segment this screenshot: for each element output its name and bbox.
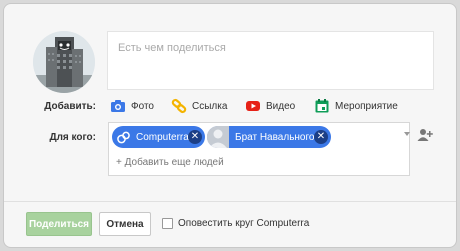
audience-chip-label: Брат Навального [235,131,315,143]
add-person-icon[interactable] [417,128,433,142]
attach-photo-label: Фото [131,100,154,112]
share-box: Добавить: Фото Ссылка Видео Мероприятие … [3,3,457,248]
link-icon [171,98,187,114]
audience-chip-person[interactable]: Брат Навального ✕ [207,126,331,148]
user-photo [207,126,229,148]
divider [4,201,456,202]
notify-label: Оповестить круг Computerra [178,218,310,229]
audience-chip-label: Computerra [136,131,189,143]
audience-dropdown-icon[interactable] [404,132,410,136]
remove-chip-icon[interactable]: ✕ [188,130,202,144]
avatar [33,31,95,93]
attach-photo-button[interactable]: Фото [110,98,154,114]
camera-icon [110,98,126,114]
compose-box[interactable] [107,31,434,90]
attach-label: Добавить: [44,101,96,112]
attach-link-label: Ссылка [192,100,228,112]
calendar-icon [314,98,330,114]
audience-chip-computerra[interactable]: Computerra ✕ [112,126,205,148]
add-more-people-link[interactable]: + Добавить еще людей [116,157,224,168]
attach-link-button[interactable]: Ссылка [171,98,227,114]
audience-label: Для кого: [49,132,96,143]
remove-chip-icon[interactable]: ✕ [314,130,328,144]
circles-icon [116,130,131,145]
share-button[interactable]: Поделиться [26,212,92,236]
attach-event-label: Мероприятие [335,100,398,112]
attach-event-button[interactable]: Мероприятие [314,98,398,114]
compose-input[interactable] [118,40,418,56]
audience-field[interactable]: Computerra ✕ Брат Навального ✕ + Добавит… [108,122,410,176]
notify-checkbox[interactable] [162,218,173,229]
cancel-button[interactable]: Отмена [99,212,151,236]
youtube-icon [245,98,261,114]
attach-video-button[interactable]: Видео [245,98,295,114]
notify-circle-option[interactable]: Оповестить круг Computerra [162,218,309,229]
attach-video-label: Видео [266,100,296,112]
